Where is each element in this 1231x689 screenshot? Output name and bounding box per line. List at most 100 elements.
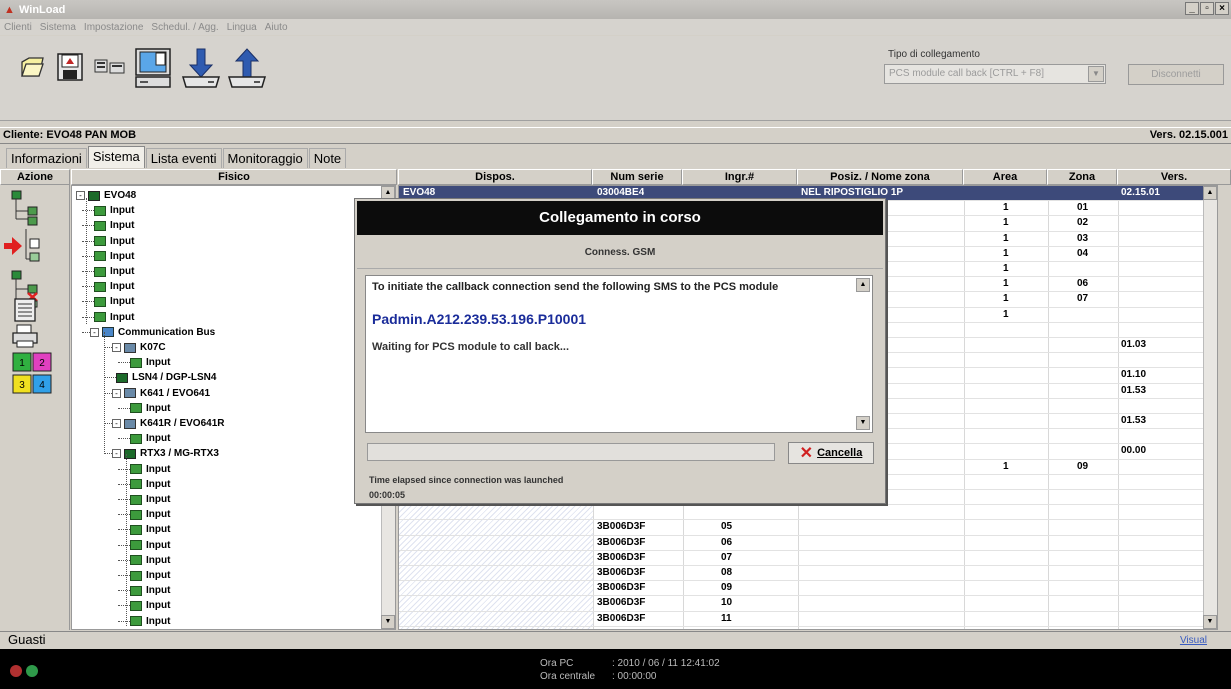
- tree-item[interactable]: K641R / EVO641R: [124, 416, 225, 431]
- tree-connector: [118, 559, 130, 561]
- table-row[interactable]: [399, 505, 1217, 521]
- tree-item[interactable]: Input: [94, 234, 134, 249]
- tree-connector: [118, 407, 130, 409]
- tab-note[interactable]: Note: [308, 148, 347, 168]
- cell-area: 1: [1003, 247, 1009, 259]
- table-row[interactable]: 3B006D3F 06: [399, 536, 1217, 551]
- scroll-down-icon[interactable]: ▼: [1203, 615, 1217, 629]
- disconnect-button[interactable]: Disconnetti: [1128, 64, 1224, 85]
- header-zona[interactable]: Zona: [1047, 169, 1117, 185]
- tree-item[interactable]: Input: [130, 583, 170, 598]
- tree-item[interactable]: LSN4 / DGP-LSN4: [116, 370, 216, 385]
- keypad-icon: [124, 418, 136, 429]
- cancel-button[interactable]: ✕ Cancella: [788, 442, 874, 464]
- tree-item[interactable]: K07C: [124, 340, 166, 355]
- tree-item[interactable]: Input: [130, 477, 170, 492]
- tree-item[interactable]: Input: [94, 264, 134, 279]
- menu-lingua[interactable]: Lingua: [227, 22, 257, 33]
- header-ingr[interactable]: Ingr.#: [682, 169, 797, 185]
- table-row[interactable]: 3B006D3F 05: [399, 520, 1217, 536]
- tree-item-label: Input: [146, 357, 171, 369]
- tree-item[interactable]: Input: [130, 568, 170, 583]
- tree-item[interactable]: Input: [94, 249, 134, 264]
- menu-aiuto[interactable]: Aiuto: [265, 22, 288, 33]
- progress-bar: [367, 443, 775, 461]
- computer-icon[interactable]: [132, 46, 174, 90]
- restore-button[interactable]: ▫: [1200, 2, 1214, 15]
- scroll-down-icon[interactable]: ▼: [856, 416, 870, 430]
- tree-item-label: Input: [110, 281, 135, 293]
- tree-item-label: K07C: [140, 342, 166, 353]
- header-dispos[interactable]: Dispos.: [398, 169, 592, 185]
- tree-item[interactable]: Input: [94, 279, 134, 294]
- menu-clienti[interactable]: Clienti: [4, 22, 32, 33]
- tree-expander-icon[interactable]: -: [112, 449, 121, 459]
- visual-link[interactable]: Visual: [1180, 635, 1207, 646]
- tree-expander-icon[interactable]: -: [112, 419, 121, 428]
- tree-view-icon[interactable]: [10, 189, 40, 229]
- tree-item[interactable]: Input: [130, 522, 170, 537]
- tree-item[interactable]: Input: [130, 507, 170, 522]
- upload-icon[interactable]: [226, 46, 268, 90]
- save-icon[interactable]: [52, 48, 88, 86]
- header-area[interactable]: Area: [963, 169, 1047, 185]
- tree-item[interactable]: Input: [94, 294, 134, 309]
- insert-device-icon[interactable]: [2, 225, 42, 265]
- tree-item[interactable]: K641 / EVO641: [124, 386, 210, 401]
- connect-icon[interactable]: [92, 48, 128, 86]
- tab-bar: Informazioni Sistema Lista eventi Monito…: [0, 146, 347, 168]
- cell-vers: 01.10: [1121, 369, 1147, 381]
- header-vers[interactable]: Vers.: [1117, 169, 1231, 185]
- tab-informazioni[interactable]: Informazioni: [6, 148, 87, 168]
- table-row[interactable]: 3B006D3F 09: [399, 581, 1217, 597]
- input-icon: [130, 600, 142, 611]
- tree-expander-icon[interactable]: -: [112, 343, 121, 352]
- central-time-label: Ora centrale: [540, 671, 596, 682]
- tree-item[interactable]: Input: [130, 431, 170, 446]
- table-row[interactable]: 3B006D3F 08: [399, 566, 1217, 582]
- tab-sistema[interactable]: Sistema: [87, 146, 145, 168]
- tree-item[interactable]: RTX3 / MG-RTX3: [124, 446, 219, 461]
- header-num-serie[interactable]: Num serie: [592, 169, 682, 185]
- download-icon[interactable]: [180, 46, 222, 90]
- tree-item[interactable]: Input: [130, 553, 170, 568]
- device-tree[interactable]: - EVO48 Input Input Input Input Input Input Inpu…: [71, 185, 396, 630]
- tree-item[interactable]: Input: [130, 538, 170, 553]
- tree-item[interactable]: EVO48: [88, 188, 136, 203]
- header-posiz[interactable]: Posiz. / Nome zona: [797, 169, 963, 185]
- tree-connector: [82, 210, 94, 212]
- tree-expander-icon[interactable]: -: [112, 388, 121, 398]
- tree-item[interactable]: Input: [130, 462, 170, 477]
- tree-item[interactable]: Input: [130, 401, 170, 416]
- table-row[interactable]: 3B006D3F 10: [399, 596, 1217, 612]
- tree-item[interactable]: Input: [94, 203, 134, 218]
- menu-impostazione[interactable]: Impostazione: [84, 22, 143, 33]
- connection-type-select[interactable]: PCS module call back [CTRL + F8]: [884, 64, 1106, 84]
- minimize-button[interactable]: _: [1185, 2, 1199, 15]
- tree-expander-icon[interactable]: -: [90, 327, 99, 337]
- tab-monitoraggio[interactable]: Monitoraggio: [222, 148, 308, 168]
- tab-lista-eventi[interactable]: Lista eventi: [145, 148, 222, 168]
- tree-item[interactable]: Input: [94, 218, 134, 233]
- menu-schedul-agg[interactable]: Schedul. / Agg.: [151, 22, 218, 33]
- tree-item[interactable]: Input: [130, 598, 170, 613]
- tree-item[interactable]: Input: [94, 310, 134, 325]
- tree-expander-icon[interactable]: -: [76, 191, 85, 200]
- chevron-down-icon[interactable]: ▼: [1088, 66, 1104, 82]
- tree-item[interactable]: Input: [130, 355, 170, 370]
- tree-item[interactable]: Input: [130, 614, 170, 629]
- scroll-up-icon[interactable]: ▲: [856, 278, 870, 292]
- menu-sistema[interactable]: Sistema: [40, 22, 76, 33]
- folder-icon[interactable]: [14, 48, 50, 86]
- tree-item[interactable]: Communication Bus: [102, 325, 215, 340]
- tree-item[interactable]: Input: [130, 492, 170, 507]
- close-button[interactable]: ×: [1215, 2, 1229, 15]
- table-row[interactable]: 3B006D3F 11: [399, 612, 1217, 627]
- print-icon[interactable]: [10, 321, 40, 351]
- table-row[interactable]: 3B006D3F 07: [399, 551, 1217, 566]
- scroll-up-icon[interactable]: ▲: [1203, 186, 1217, 200]
- area-selector-icon[interactable]: 1 2 3 4: [8, 349, 58, 399]
- cell-serie: 3B006D3F: [597, 551, 646, 563]
- table-scrollbar[interactable]: [1203, 186, 1217, 629]
- scroll-down-icon[interactable]: ▼: [381, 615, 395, 629]
